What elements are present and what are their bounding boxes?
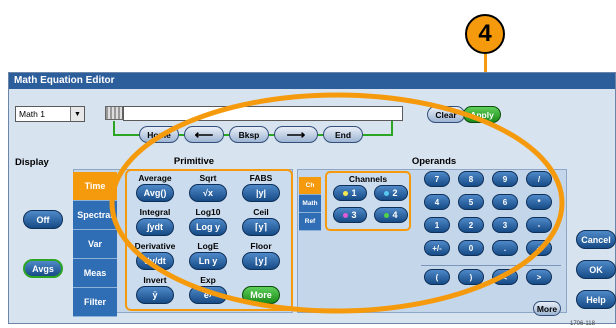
- display-title: Display: [15, 157, 49, 168]
- window-title: Math Equation Editor: [9, 73, 615, 89]
- display-off-button[interactable]: Off: [23, 210, 63, 229]
- chevron-down-icon: ▼: [70, 107, 84, 121]
- source-select[interactable]: Math 1 ▼: [15, 106, 85, 122]
- figure-code: 1706-118: [570, 321, 595, 327]
- callout-number: 4: [465, 14, 505, 54]
- source-select-value: Math 1: [19, 109, 45, 119]
- display-avgs-button[interactable]: Avgs: [23, 259, 63, 278]
- cancel-button[interactable]: Cancel: [576, 230, 616, 249]
- ok-button[interactable]: OK: [576, 260, 616, 279]
- highlight-ellipse: [109, 92, 565, 314]
- help-button[interactable]: Help: [576, 290, 616, 309]
